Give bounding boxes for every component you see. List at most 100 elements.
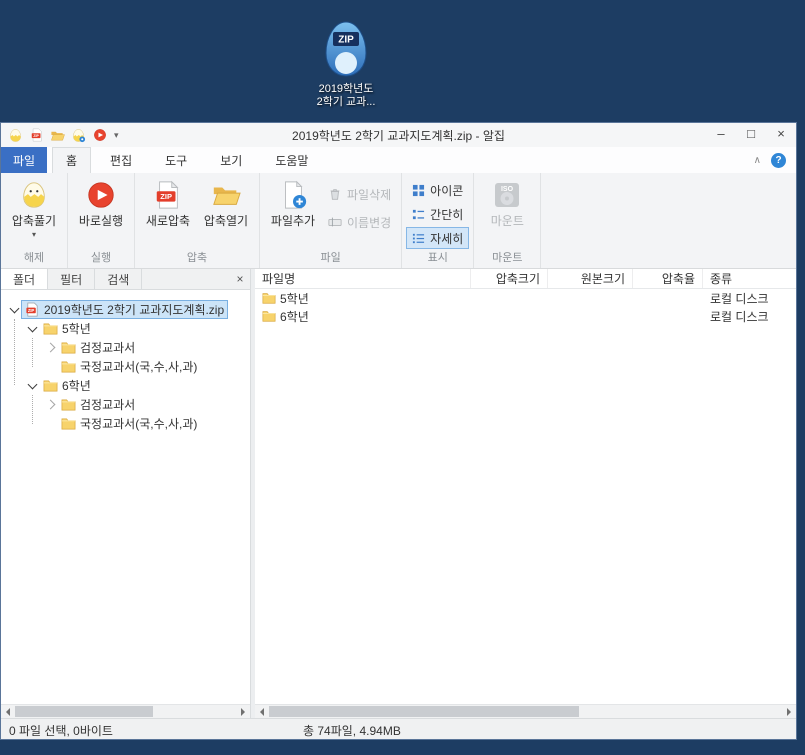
alzip-window: ZIP ▾ 2019학년도 2학기 교과지도계획.zip - 알집 – □ × …: [0, 122, 797, 740]
tab-home[interactable]: 홈: [52, 147, 92, 173]
chevron-right-icon[interactable]: [45, 342, 56, 353]
list-icon: [413, 209, 425, 219]
mascot-settings-icon[interactable]: [70, 127, 87, 144]
chevron-down-icon[interactable]: [27, 322, 38, 332]
view-icons-button[interactable]: 아이콘: [406, 179, 469, 201]
desktop-zip-file[interactable]: ZIP 2019학년도 2학기 교과...: [305, 20, 387, 109]
tree-item-grade5-national[interactable]: 국정교과서(국,수,사,과): [1, 357, 250, 376]
window-controls: – □ ×: [706, 123, 796, 147]
new-archive-button[interactable]: ZIP 새로압축: [139, 175, 197, 229]
file-type: 로컬 디스크: [710, 291, 769, 306]
file-list-pane: 파일명 압축크기 원본크기 압축율 종류 5학년 로컬 디스크 6학년 로컬 디…: [255, 269, 796, 718]
scrollbar-thumb[interactable]: [15, 706, 153, 717]
tree-item-grade5[interactable]: 5학년: [1, 319, 250, 338]
run-icon[interactable]: [91, 127, 108, 144]
toolbar-customize-caret-icon[interactable]: ▾: [112, 130, 121, 141]
scrollbar-thumb[interactable]: [269, 706, 579, 717]
view-simple-button[interactable]: 간단히: [406, 203, 469, 225]
chevron-down-icon: ▾: [31, 230, 36, 239]
group-label-extract: 해제: [23, 252, 45, 264]
folder-icon: [262, 293, 276, 304]
tab-help[interactable]: 도움말: [261, 147, 322, 173]
run-now-button[interactable]: 바로실행: [72, 175, 130, 229]
right-pane-horizontal-scrollbar[interactable]: [255, 704, 796, 718]
folder-icon: [61, 399, 76, 411]
tree-item-grade6-national[interactable]: 국정교과서(국,수,사,과): [1, 414, 250, 433]
tree-item-grade6[interactable]: 6학년: [1, 376, 250, 395]
rename-icon: [328, 217, 342, 227]
help-icon[interactable]: ?: [771, 152, 786, 168]
group-label-mount: 마운트: [492, 252, 523, 264]
desktop-icon-label: 2019학년도 2학기 교과...: [316, 83, 376, 108]
svg-text:ZIP: ZIP: [160, 192, 172, 201]
column-header-type[interactable]: 종류: [703, 269, 796, 288]
scroll-right-arrow-icon[interactable]: [236, 705, 250, 719]
view-details-button[interactable]: 자세히: [406, 227, 470, 249]
tree-item-label: 검정교과서: [80, 341, 136, 355]
file-row-grade6[interactable]: 6학년 로컬 디스크: [255, 307, 796, 325]
mascot-egg-icon: [23, 182, 45, 208]
desktop: { "colors": { "brand_blue": "#3a6fc4", "…: [0, 0, 805, 755]
collapse-ribbon-icon[interactable]: ∧: [754, 155, 761, 166]
zip-badge: ZIP: [338, 35, 354, 46]
open-archive-button[interactable]: 압축열기: [197, 175, 255, 229]
file-list-header: 파일명 압축크기 원본크기 압축율 종류: [255, 269, 796, 289]
group-label-run: 실행: [90, 252, 112, 264]
folder-icon: [61, 342, 76, 354]
column-header-name[interactable]: 파일명: [255, 269, 471, 288]
tree-item-grade6-certified[interactable]: 검정교과서: [1, 395, 250, 414]
chevron-down-icon[interactable]: [27, 379, 38, 389]
alzip-mascot-icon[interactable]: [7, 127, 24, 144]
grid-icon: [413, 184, 425, 196]
column-header-ratio[interactable]: 압축율: [633, 269, 703, 288]
tree-item-grade5-certified[interactable]: 검정교과서: [1, 338, 250, 357]
tab-edit[interactable]: 편집: [96, 147, 146, 173]
tab-view[interactable]: 보기: [206, 147, 256, 173]
zip-file-icon[interactable]: ZIP: [28, 127, 45, 144]
ribbon-group-run: 바로실행 실행: [68, 173, 135, 268]
pane-tab-folder[interactable]: 폴더: [1, 269, 49, 289]
ribbon-group-extract: 압축풀기 ▾ 해제: [1, 173, 68, 268]
group-label-view: 표시: [427, 252, 448, 264]
ribbon-tabs: 파일 홈 편집 도구 보기 도움말 ∧ ?: [1, 147, 796, 173]
folder-icon: [262, 311, 276, 322]
chevron-right-icon[interactable]: [45, 399, 56, 410]
maximize-button[interactable]: □: [736, 123, 766, 147]
tab-tools[interactable]: 도구: [151, 147, 201, 173]
left-pane-horizontal-scrollbar[interactable]: [1, 704, 250, 718]
open-folder-icon[interactable]: [49, 127, 66, 144]
tree-item-archive-root[interactable]: ZIP 2019학년도 2학기 교과지도계획.zip: [1, 300, 250, 319]
extract-button[interactable]: 압축풀기 ▾: [5, 175, 63, 239]
scroll-left-arrow-icon[interactable]: [1, 705, 15, 719]
pane-tab-search[interactable]: 검색: [95, 269, 143, 289]
ribbon-group-view: 아이콘 간단히 자세히 표시: [402, 173, 475, 268]
svg-text:ZIP: ZIP: [33, 134, 39, 138]
close-button[interactable]: ×: [766, 123, 796, 147]
scrollbar-track[interactable]: [269, 705, 782, 718]
ribbon-group-archive: ZIP 새로압축 압축열기 압축: [135, 173, 260, 268]
add-file-icon: [285, 180, 307, 209]
scroll-left-arrow-icon[interactable]: [255, 705, 269, 719]
tree-item-label: 2019학년도 2학기 교과지도계획.zip: [44, 303, 225, 317]
tree-connector: [32, 395, 33, 424]
tree-item-label: 6학년: [62, 379, 91, 393]
svg-text:ISO: ISO: [501, 186, 514, 193]
file-row-grade5[interactable]: 5학년 로컬 디스크: [255, 289, 796, 307]
minimize-button[interactable]: –: [706, 123, 736, 147]
ribbon-group-file: 파일추가 파일삭제 이름변경 파일: [260, 173, 403, 268]
chevron-down-icon[interactable]: [9, 303, 20, 313]
column-header-packed-size[interactable]: 압축크기: [471, 269, 548, 288]
file-list-body: 5학년 로컬 디스크 6학년 로컬 디스크: [255, 289, 796, 704]
pane-tab-filter[interactable]: 필터: [48, 269, 96, 289]
close-pane-icon[interactable]: ×: [230, 269, 250, 289]
tab-file[interactable]: 파일: [1, 147, 47, 173]
scroll-right-arrow-icon[interactable]: [782, 705, 796, 719]
details-icon: [413, 233, 425, 243]
column-header-original-size[interactable]: 원본크기: [548, 269, 633, 288]
folder-pane: 폴더 필터 검색 × ZIP 2019학년도 2학기 교과지도계획.zip 5학…: [1, 269, 251, 718]
scrollbar-track[interactable]: [15, 705, 236, 718]
folder-icon: [43, 323, 58, 335]
add-file-button[interactable]: 파일추가: [264, 175, 322, 229]
